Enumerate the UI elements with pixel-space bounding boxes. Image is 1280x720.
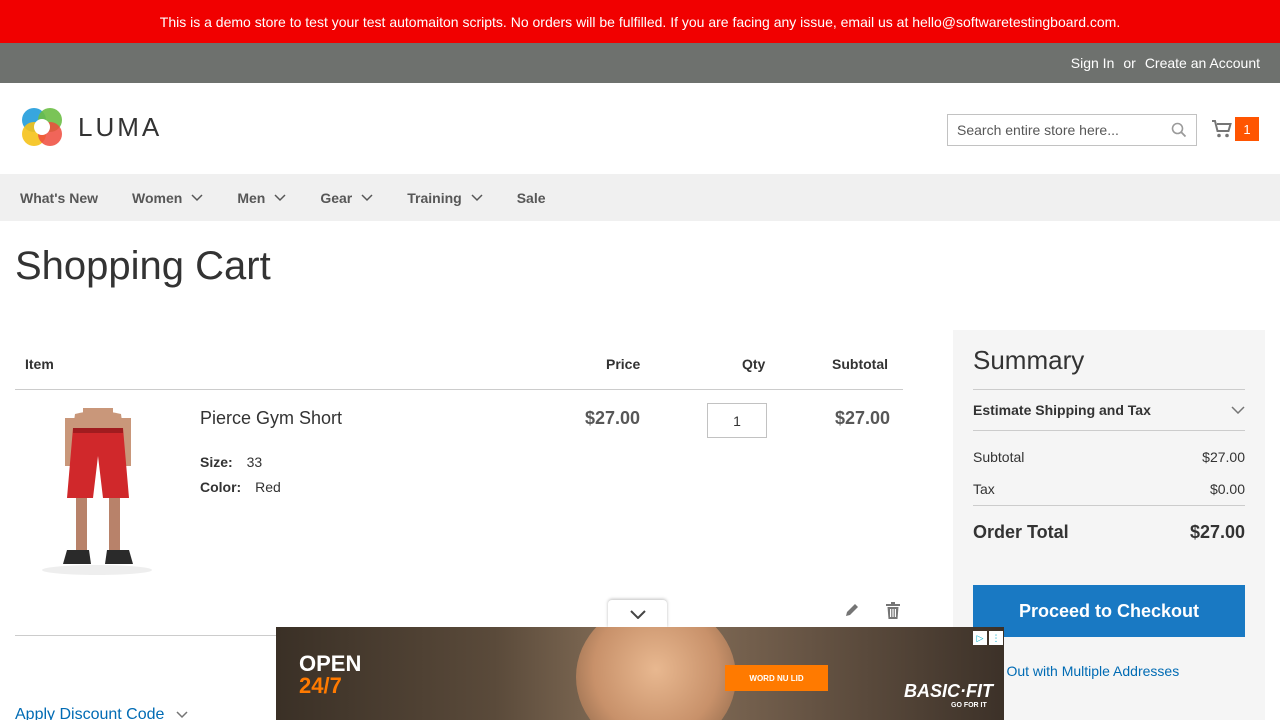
ad-banner[interactable]: OPEN 24/7 WORD NU LID BASIC·FIT GO FOR I… xyxy=(276,627,1004,720)
nav-item-men[interactable]: Men xyxy=(237,190,286,206)
page-title: Shopping Cart xyxy=(15,244,271,288)
cart-icon xyxy=(1212,120,1232,138)
chevron-down-icon xyxy=(361,193,373,201)
adchoices-icon: ▷ xyxy=(973,631,987,645)
option-value: 33 xyxy=(246,454,263,470)
chevron-down-icon xyxy=(629,609,646,619)
ad-headline: OPEN xyxy=(299,651,362,676)
create-account-link[interactable]: Create an Account xyxy=(1145,55,1260,71)
nav-label: Men xyxy=(237,189,266,206)
qty-input[interactable]: 1 xyxy=(707,403,767,438)
tax-label: Tax xyxy=(973,481,995,497)
proceed-to-checkout-button[interactable]: Proceed to Checkout xyxy=(973,585,1245,637)
option-label: Size: xyxy=(200,454,233,470)
column-header-price: Price xyxy=(606,356,641,372)
page-header: LUMA 1 xyxy=(0,83,1280,174)
column-header-qty: Qty xyxy=(742,356,766,372)
summary-subtotal-row: Subtotal $27.00 xyxy=(973,449,1245,465)
logo-text: LUMA xyxy=(78,111,163,142)
nav-item-women[interactable]: Women xyxy=(132,190,203,206)
more-options-icon: ⋮ xyxy=(989,631,1003,645)
column-header-subtotal: Subtotal xyxy=(832,356,888,372)
summary-divider xyxy=(973,430,1245,431)
column-header-item: Item xyxy=(25,356,54,372)
item-subtotal: $27.00 xyxy=(835,408,891,428)
nav-item-whats-new[interactable]: What's New xyxy=(20,190,98,206)
ad-photo xyxy=(576,627,736,720)
ad-cta-button[interactable]: WORD NU LID xyxy=(725,665,828,691)
demo-notice-text: This is a demo store to test your test a… xyxy=(159,13,1121,30)
nav-item-gear[interactable]: Gear xyxy=(320,190,373,206)
edit-icon[interactable] xyxy=(844,602,860,618)
nav-item-training[interactable]: Training xyxy=(407,189,483,206)
summary-tax-row: Tax $0.00 xyxy=(973,481,1245,497)
product-image[interactable] xyxy=(25,408,170,576)
option-label: Color: xyxy=(200,479,242,495)
apply-discount-toggle[interactable]: Apply Discount Code xyxy=(15,706,188,720)
discount-label: Apply Discount Code xyxy=(15,706,165,720)
chevron-down-icon xyxy=(176,711,188,719)
demo-notice-bar: This is a demo store to test your test a… xyxy=(0,0,1280,43)
cart-count-badge: 1 xyxy=(1235,117,1259,141)
luma-logo-icon xyxy=(22,108,62,146)
nav-label: Women xyxy=(132,189,183,206)
nav-label: Gear xyxy=(320,189,353,206)
nav-item-sale[interactable]: Sale xyxy=(517,190,546,206)
summary-divider xyxy=(973,505,1245,506)
order-total-row: Order Total $27.00 xyxy=(973,522,1245,543)
item-price: $27.00 xyxy=(585,408,641,428)
ad-tagline: GO FOR IT xyxy=(951,702,987,709)
chevron-down-icon xyxy=(274,193,286,201)
trash-icon[interactable] xyxy=(886,602,900,619)
subtotal-label: Subtotal xyxy=(973,449,1025,465)
store-logo[interactable]: LUMA xyxy=(20,105,162,149)
tax-value: $0.00 xyxy=(1209,481,1245,497)
minicart[interactable]: 1 xyxy=(1211,117,1259,141)
chevron-down-icon xyxy=(191,193,203,201)
estimate-label: Estimate Shipping and Tax xyxy=(973,402,1151,418)
top-links-bar: Sign In or Create an Account xyxy=(0,43,1280,83)
ad-choices-badge[interactable]: ▷ ⋮ xyxy=(973,631,1003,645)
order-total-label: Order Total xyxy=(973,522,1069,542)
summary-title: Summary xyxy=(973,345,1085,375)
estimate-shipping-toggle[interactable]: Estimate Shipping and Tax xyxy=(973,402,1245,418)
product-option-color: Color: Red xyxy=(200,479,281,495)
search-input[interactable] xyxy=(957,122,1171,138)
search-box xyxy=(947,114,1197,146)
ad-brand-logo: BASIC·FIT xyxy=(904,681,993,701)
header-divider xyxy=(15,389,903,390)
chevron-down-icon xyxy=(471,193,483,201)
search-icon[interactable] xyxy=(1171,122,1187,138)
chevron-down-icon xyxy=(1231,406,1245,414)
option-value: Red xyxy=(255,479,281,495)
ad-collapse-toggle[interactable] xyxy=(608,600,667,628)
product-option-size: Size: 33 xyxy=(200,454,262,470)
nav-label: What's New xyxy=(20,189,99,206)
nav-label: Training xyxy=(407,189,462,206)
ad-subheadline: 24/7 xyxy=(299,673,342,698)
main-navigation: What's New Women Men Gear Training Sale xyxy=(0,174,1280,221)
sign-in-link[interactable]: Sign In xyxy=(1071,55,1115,71)
or-text: or xyxy=(1123,55,1136,71)
summary-divider xyxy=(973,389,1245,390)
order-total-value: $27.00 xyxy=(1189,522,1245,542)
subtotal-value: $27.00 xyxy=(1202,449,1245,465)
product-name-link[interactable]: Pierce Gym Short xyxy=(200,408,342,429)
nav-label: Sale xyxy=(516,189,546,206)
